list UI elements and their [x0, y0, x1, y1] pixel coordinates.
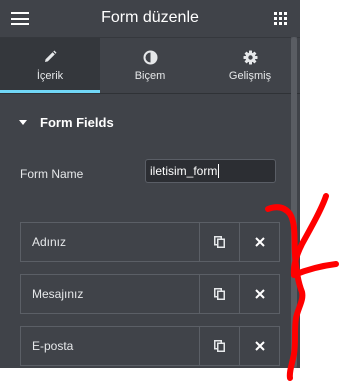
close-icon [254, 341, 265, 351]
duplicate-button[interactable] [199, 327, 239, 365]
pencil-icon [43, 49, 57, 65]
panel-header: Form düzenle [0, 0, 300, 38]
panel-title: Form düzenle [101, 9, 199, 26]
form-name-row: Form Name iletisim_form [0, 150, 300, 198]
duplicate-icon [214, 340, 225, 352]
close-icon [254, 237, 265, 247]
list-item: Adınız [20, 222, 280, 262]
caret-down-icon [19, 119, 27, 125]
editor-panel: Form düzenle İçerik Biçem Gelişmiş Form … [0, 0, 300, 368]
red-arrow-head [291, 261, 339, 278]
close-icon [254, 289, 265, 299]
form-fields-list: Adınız Mesajınız E-posta [20, 222, 280, 368]
list-item: E-posta [20, 326, 280, 366]
remove-button[interactable] [239, 327, 279, 365]
duplicate-icon [214, 236, 225, 248]
half-circle-icon [143, 49, 158, 65]
field-item-label[interactable]: E-posta [21, 327, 199, 365]
section-title: Form Fields [40, 114, 114, 130]
tab-advanced-label: Gelişmiş [228, 70, 272, 82]
form-name-label: Form Name [20, 167, 84, 181]
field-item-label[interactable]: Mesajınız [21, 275, 199, 313]
tab-style-label: Biçem [134, 70, 166, 82]
remove-button[interactable] [239, 223, 279, 261]
tab-style[interactable]: Biçem [100, 38, 200, 93]
section-toggle-form-fields[interactable]: Form Fields [0, 94, 300, 150]
scrollbar-thumb[interactable] [291, 37, 297, 368]
tab-advanced[interactable]: Gelişmiş [200, 38, 300, 93]
grid-apps-icon[interactable] [274, 12, 287, 25]
tab-content-label: İçerik [36, 70, 64, 82]
text-cursor [218, 164, 220, 178]
gear-icon [243, 49, 258, 65]
form-name-value: iletisim_form [150, 164, 218, 178]
form-name-input[interactable]: iletisim_form [145, 159, 276, 183]
scrollbar[interactable] [291, 37, 297, 368]
remove-button[interactable] [239, 275, 279, 313]
duplicate-button[interactable] [199, 275, 239, 313]
field-item-label[interactable]: Adınız [21, 223, 199, 261]
duplicate-button[interactable] [199, 223, 239, 261]
panel-tabs: İçerik Biçem Gelişmiş [0, 38, 300, 93]
duplicate-icon [214, 288, 225, 300]
tab-content[interactable]: İçerik [0, 38, 100, 93]
list-item: Mesajınız [20, 274, 280, 314]
